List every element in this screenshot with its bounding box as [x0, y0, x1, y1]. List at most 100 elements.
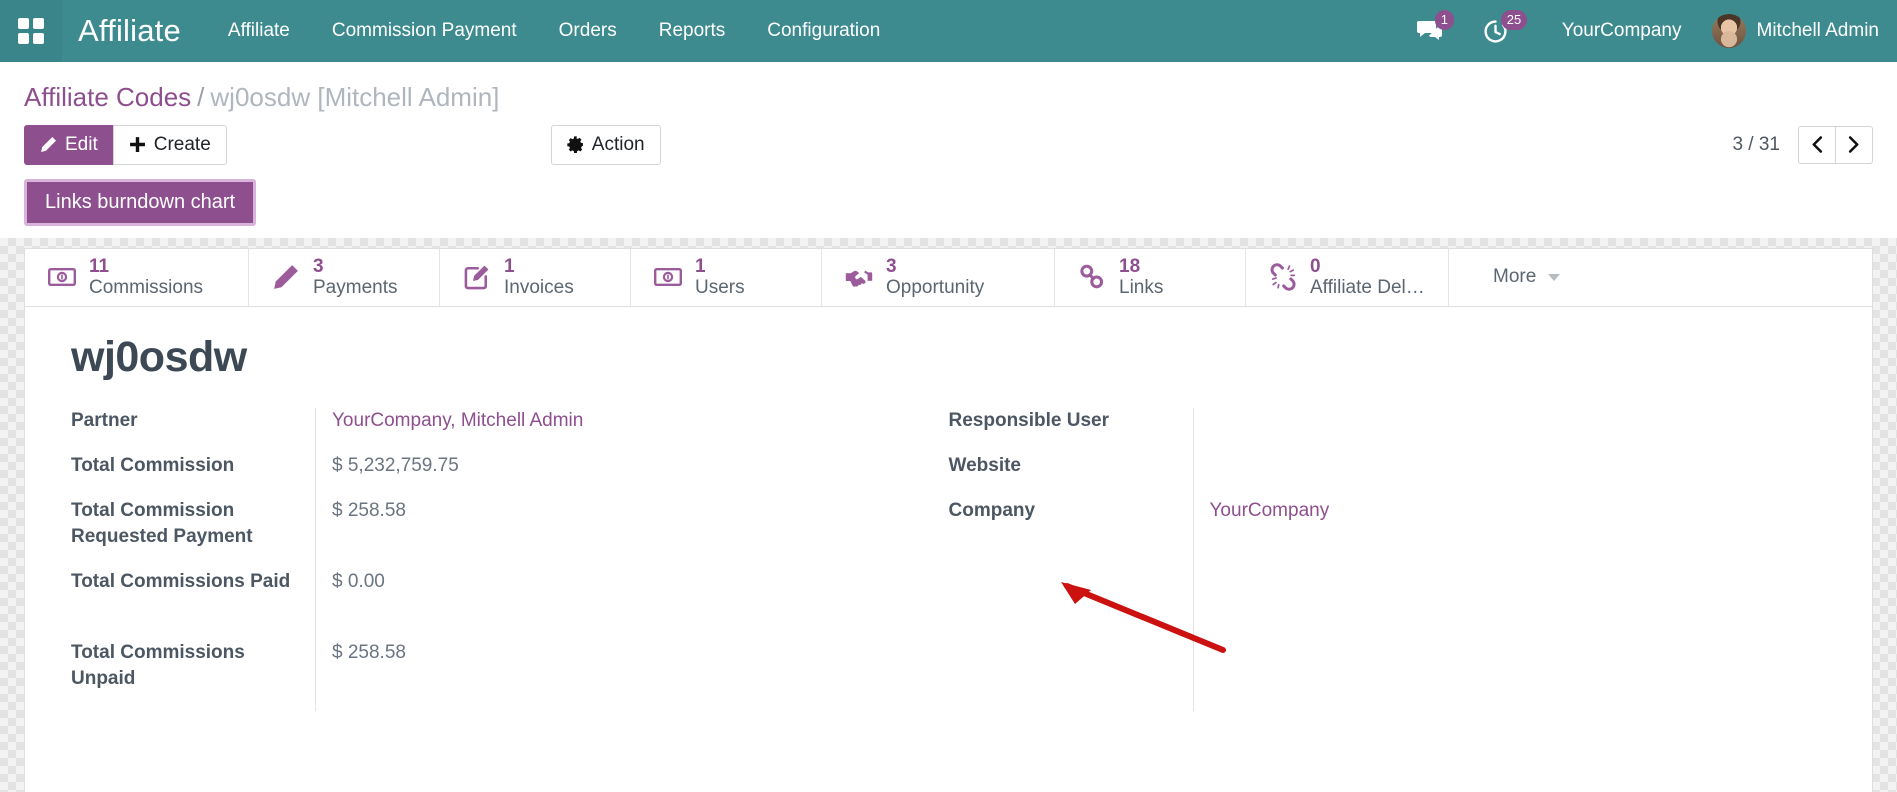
field-label-total-commission-requested-payment: Total Commission Requested Payment	[71, 499, 253, 547]
control-panel-extra-buttons: Links burndown chart	[0, 178, 1897, 238]
app-brand-affiliate[interactable]: Affiliate	[62, 13, 207, 49]
plus-icon	[129, 137, 145, 153]
control-panel: Affiliate Codes / wj0osdw [Mitchell Admin]…	[0, 62, 1897, 238]
company-switcher[interactable]: YourCompany	[1528, 20, 1704, 42]
sheet-background: 11 Commissions 3 Payments 1 Invoices 1 U…	[0, 238, 1897, 792]
chevron-down-icon	[1548, 273, 1561, 281]
form-column-right: Responsible User Website Company YourCom…	[948, 407, 1827, 711]
chevron-right-icon	[1848, 136, 1859, 154]
edit-button[interactable]: Edit	[24, 125, 114, 165]
field-label-partner: Partner	[71, 409, 138, 431]
stat-value: 3	[886, 255, 897, 277]
form-columns: Partner Total Commission Total Commissio…	[71, 407, 1827, 711]
stat-value: 11	[89, 255, 110, 277]
field-value-total-commissions-paid: $ 0.00	[332, 570, 385, 592]
create-button-label: Create	[153, 134, 211, 155]
stat-label: Affiliate Delet...	[1310, 277, 1428, 299]
field-label-company: Company	[948, 499, 1036, 521]
menu-item-commission-payment[interactable]: Commission Payment	[311, 0, 538, 62]
control-panel-buttons: Edit Create Action 3 / 31	[0, 119, 1897, 179]
field-label-total-commissions-unpaid: Total Commissions Unpaid	[71, 641, 245, 689]
user-menu-button[interactable]: Mitchell Admin	[1704, 14, 1880, 48]
menu-item-reports[interactable]: Reports	[638, 0, 747, 62]
stat-more-label: More	[1493, 266, 1537, 288]
stat-button-users[interactable]: 1 Users	[631, 248, 822, 306]
gear-icon	[567, 136, 583, 154]
field-label-total-commission: Total Commission	[71, 454, 235, 476]
main-menu: Affiliate Commission Payment Orders Repo…	[207, 0, 901, 62]
stat-label: Payments	[313, 277, 398, 299]
stat-value: 18	[1119, 255, 1141, 277]
form-right-values: YourCompany	[1194, 408, 1787, 711]
field-label-total-commissions-paid: Total Commissions Paid	[71, 570, 291, 592]
chain-link-icon	[1077, 262, 1107, 292]
menu-item-affiliate[interactable]: Affiliate	[207, 0, 311, 62]
stat-button-more[interactable]: More	[1449, 249, 1604, 306]
stat-button-affiliate-deleted[interactable]: 0 Affiliate Delet...	[1246, 248, 1449, 306]
record-form: wj0osdw Partner Total Commission Total C…	[25, 307, 1872, 711]
stat-label: Opportunity	[886, 277, 985, 299]
messages-button[interactable]: 1	[1397, 0, 1463, 62]
stat-button-payments[interactable]: 3 Payments	[249, 248, 440, 306]
menu-item-configuration[interactable]: Configuration	[746, 0, 901, 62]
action-menu-wrapper: Action	[550, 125, 661, 165]
field-value-website[interactable]	[1210, 453, 1787, 479]
form-right-labels: Responsible User Website Company	[948, 407, 1194, 711]
apps-menu-button[interactable]	[0, 0, 62, 62]
record-pager: 3 / 31	[1732, 125, 1873, 164]
breadcrumb-current-record: wj0osdw [Mitchell Admin]	[210, 82, 500, 112]
stat-button-invoices[interactable]: 1 Invoices	[440, 248, 631, 306]
activities-button[interactable]: 25	[1463, 0, 1528, 62]
stat-label: Users	[695, 277, 745, 299]
field-value-partner[interactable]: YourCompany, Mitchell Admin	[332, 408, 909, 434]
navbar-systray: 1 25 YourCompany Mitchell Admin	[1397, 0, 1897, 62]
form-left-values: YourCompany, Mitchell Admin $ 5,232,759.…	[316, 408, 909, 711]
edit-button-label: Edit	[65, 134, 98, 155]
user-name-label: Mitchell Admin	[1756, 20, 1880, 41]
field-value-company[interactable]: YourCompany	[1210, 498, 1787, 524]
pager-previous-button[interactable]	[1798, 125, 1836, 164]
record-sheet: 11 Commissions 3 Payments 1 Invoices 1 U…	[24, 247, 1873, 792]
field-value-responsible-user[interactable]	[1210, 408, 1787, 434]
create-button[interactable]: Create	[112, 125, 227, 165]
pencil-icon	[41, 137, 57, 153]
field-value-total-commission-requested-payment: $ 258.58	[332, 499, 406, 521]
field-value-total-commissions-unpaid: $ 258.58	[332, 641, 406, 663]
money-bill-icon	[653, 262, 683, 292]
pager-counter: 3 / 31	[1732, 133, 1780, 155]
stat-value: 1	[695, 255, 706, 277]
stat-label: Links	[1119, 277, 1164, 299]
record-title: wj0osdw	[71, 332, 247, 381]
messages-count-badge: 1	[1434, 10, 1455, 30]
field-label-website: Website	[948, 454, 1022, 476]
stat-button-commissions[interactable]: 11 Commissions	[25, 248, 249, 306]
activities-count-badge: 25	[1500, 10, 1528, 30]
stat-value: 3	[313, 255, 324, 277]
action-menu-label: Action	[591, 134, 645, 155]
breadcrumb-root-affiliate-codes[interactable]: Affiliate Codes	[24, 82, 191, 112]
stat-label: Invoices	[504, 277, 574, 299]
action-menu-button[interactable]: Action	[550, 125, 661, 165]
money-bill-icon	[47, 262, 77, 292]
broken-chain-icon	[1268, 262, 1298, 292]
edit-document-icon	[462, 262, 492, 292]
chevron-left-icon	[1812, 136, 1823, 154]
field-value-total-commission: $ 5,232,759.75	[332, 454, 459, 476]
form-left-labels: Partner Total Commission Total Commissio…	[71, 407, 316, 711]
stat-button-box: 11 Commissions 3 Payments 1 Invoices 1 U…	[25, 248, 1872, 307]
stat-value: 1	[504, 255, 515, 277]
breadcrumb-separator: /	[197, 82, 205, 112]
top-navbar: Affiliate Affiliate Commission Payment O…	[0, 0, 1897, 62]
stat-value: 0	[1310, 255, 1321, 277]
links-burndown-chart-button[interactable]: Links burndown chart	[24, 178, 257, 226]
stat-button-opportunity[interactable]: 3 Opportunity	[822, 248, 1055, 306]
field-label-responsible-user: Responsible User	[948, 409, 1110, 431]
user-avatar	[1711, 14, 1746, 48]
apps-grid-icon	[18, 18, 44, 44]
record-action-buttons: Edit Create	[24, 125, 227, 165]
pager-next-button[interactable]	[1835, 125, 1873, 164]
handshake-icon	[844, 262, 874, 292]
stat-button-links[interactable]: 18 Links	[1055, 248, 1246, 306]
menu-item-orders[interactable]: Orders	[538, 0, 638, 62]
breadcrumb: Affiliate Codes / wj0osdw [Mitchell Admin]	[0, 62, 1897, 119]
